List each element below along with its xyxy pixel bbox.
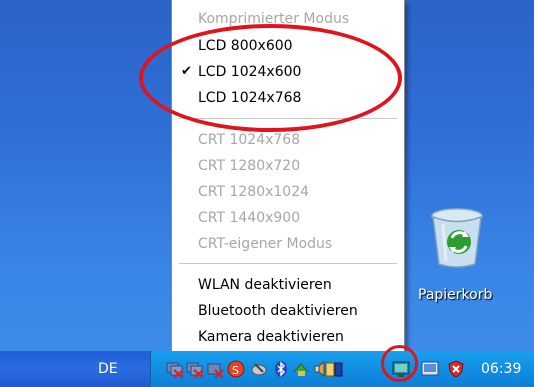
bluetooth-icon[interactable] <box>272 360 290 378</box>
annotation-circle-tray <box>381 345 418 382</box>
clock[interactable]: 06:39 <box>481 361 521 377</box>
menu-item-crt-1440x900: CRT 1440x900 <box>198 210 301 226</box>
menu-item-crt-1280x1024: CRT 1280x1024 <box>198 184 310 200</box>
screen-icon[interactable] <box>421 360 439 378</box>
network-disconnected-icon[interactable] <box>206 360 224 379</box>
annotation-circle-lcd <box>139 24 402 132</box>
satellite-icon[interactable] <box>250 360 268 378</box>
svg-text:S: S <box>232 364 239 377</box>
network-disconnected-icon[interactable] <box>186 360 204 379</box>
recycle-bin-label[interactable]: Papierkorb <box>418 287 518 303</box>
speaker-icon[interactable] <box>325 360 343 378</box>
menu-item-crt-1024x768: CRT 1024x768 <box>198 132 301 148</box>
recycle-bin-icon[interactable] <box>428 206 486 270</box>
menu-item-disable-bluetooth[interactable]: Bluetooth deaktivieren <box>172 299 404 323</box>
connection-icon[interactable] <box>292 360 310 378</box>
menu-item-crt-1280x720: CRT 1280x720 <box>198 158 301 174</box>
shield-icon[interactable] <box>447 360 465 378</box>
menu-item-disable-camera[interactable]: Kamera deaktivieren <box>172 325 404 349</box>
menu-separator <box>179 263 397 264</box>
network-disconnected-icon[interactable] <box>166 360 184 379</box>
menu-item-disable-wlan[interactable]: WLAN deaktivieren <box>172 273 404 297</box>
menu-item-crt-native-mode: CRT-eigener Modus <box>198 236 333 252</box>
language-indicator[interactable]: DE <box>98 361 118 377</box>
security-red-icon[interactable]: S <box>227 360 245 378</box>
